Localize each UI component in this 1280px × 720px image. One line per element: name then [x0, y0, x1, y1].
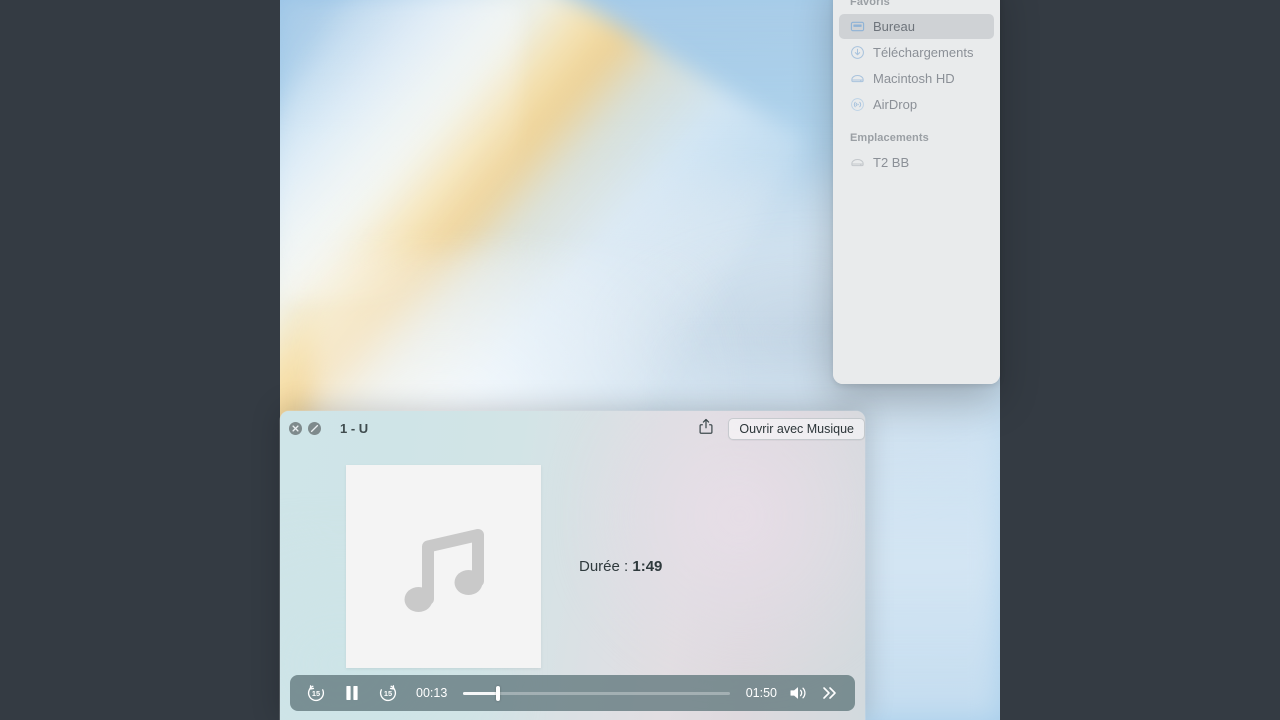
no-entry-icon: [308, 422, 321, 435]
more-options-button[interactable]: [815, 679, 843, 707]
monitor-icon: [850, 19, 865, 34]
rewind-15-button[interactable]: 15: [302, 679, 330, 707]
minimize-button-disabled[interactable]: [308, 422, 321, 435]
sidebar-item-label: Bureau: [873, 19, 915, 34]
sidebar-item-t2-bb[interactable]: T2 BB: [839, 150, 994, 175]
sidebar-item-label: Macintosh HD: [873, 71, 955, 86]
svg-text:15: 15: [312, 689, 320, 698]
rewind-15-icon: 15: [305, 682, 327, 704]
duration-row: Durée : 1:49: [579, 558, 662, 575]
open-with-music-button[interactable]: Ouvrir avec Musique: [728, 417, 865, 440]
forward-15-button[interactable]: 15: [374, 679, 402, 707]
sidebar-item-telechargements[interactable]: Téléchargements: [839, 40, 994, 65]
total-time-label: 01:50: [745, 686, 777, 700]
svg-text:15: 15: [384, 689, 392, 698]
pause-icon: [344, 684, 360, 702]
screen: Favoris Bureau Téléchargements Macintosh…: [0, 0, 1280, 720]
share-button[interactable]: [694, 417, 718, 441]
duration-label: Durée :: [579, 558, 629, 575]
playback-controls-bar: 15 15 00:13 01:50: [290, 675, 855, 711]
speaker-wave-icon: [788, 684, 810, 702]
close-icon: [289, 422, 302, 435]
hard-drive-icon: [850, 71, 865, 86]
finder-window[interactable]: Favoris Bureau Téléchargements Macintosh…: [833, 0, 1000, 384]
quicklook-titlebar-actions: Ouvrir avec Musique: [694, 417, 865, 441]
quicklook-titlebar: 1 - U Ouvrir avec Musique: [280, 411, 865, 446]
airdrop-icon: [850, 97, 865, 112]
sidebar-section-emplacements: Emplacements: [850, 132, 929, 144]
sidebar-section-favoris: Favoris: [850, 0, 890, 8]
sidebar-item-macintosh-hd[interactable]: Macintosh HD: [839, 66, 994, 91]
progress-fill: [463, 691, 498, 695]
close-button[interactable]: [289, 422, 302, 435]
music-note-icon: [396, 513, 492, 621]
forward-15-icon: 15: [377, 682, 399, 704]
hard-drive-icon: [850, 155, 865, 170]
progress-slider[interactable]: [463, 683, 730, 703]
album-artwork-placeholder: [346, 465, 541, 668]
progress-thumb[interactable]: [495, 685, 500, 701]
sidebar-item-label: AirDrop: [873, 97, 918, 112]
volume-button[interactable]: [785, 679, 813, 707]
share-icon: [698, 418, 714, 440]
sidebar-item-label: Téléchargements: [873, 45, 974, 60]
download-circle-icon: [850, 45, 865, 60]
current-time-label: 00:13: [416, 686, 448, 700]
finder-sidebar: Favoris Bureau Téléchargements Macintosh…: [833, 0, 1000, 384]
quicklook-title: 1 - U: [340, 421, 369, 436]
sidebar-item-label: T2 BB: [873, 155, 910, 170]
progress-track: [463, 691, 730, 695]
wallpaper-wisp-thin: [280, 0, 520, 300]
sidebar-item-bureau[interactable]: Bureau: [839, 14, 994, 39]
sidebar-item-airdrop[interactable]: AirDrop: [839, 92, 994, 117]
duration-value: 1:49: [632, 558, 663, 575]
quicklook-window[interactable]: 1 - U Ouvrir avec Musique Durée: 1:49 1…: [280, 411, 865, 720]
pause-button[interactable]: [338, 679, 366, 707]
quicklook-content: Durée : 1:49: [280, 446, 865, 687]
chevron-double-right-icon: [819, 684, 839, 702]
